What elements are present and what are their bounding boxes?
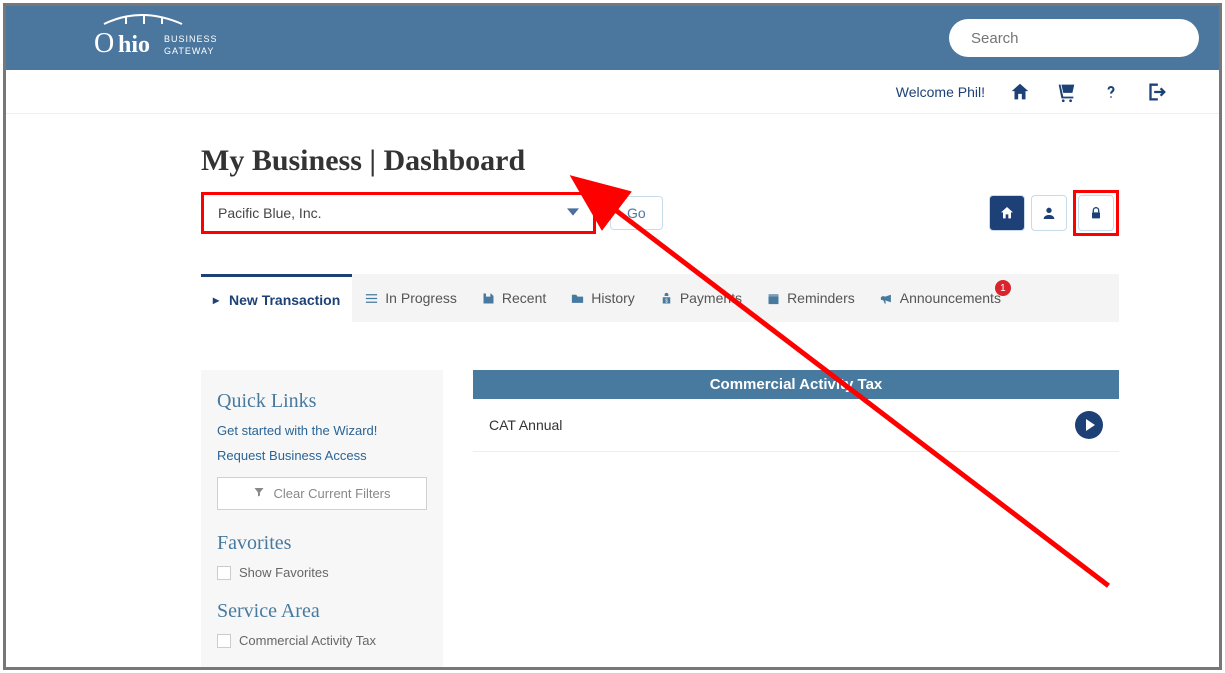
business-select[interactable]: Pacific Blue, Inc. — [201, 192, 596, 234]
business-select-value: Pacific Blue, Inc. — [218, 205, 322, 221]
tab-label: Reminders — [787, 290, 855, 306]
content-area: My Business | Dashboard Pacific Blue, In… — [6, 114, 1219, 668]
cart-icon[interactable] — [1055, 81, 1077, 103]
ohio-logo: O hio BUSINESS GATEWAY — [86, 14, 236, 62]
svg-text:hio: hio — [118, 32, 150, 58]
request-access-link[interactable]: Request Business Access — [217, 448, 427, 463]
welcome-text: Welcome Phil! — [896, 84, 985, 100]
checkbox-icon — [217, 566, 231, 580]
page-title: My Business | Dashboard — [201, 144, 1119, 178]
top-bar: O hio BUSINESS GATEWAY — [6, 6, 1219, 70]
megaphone-icon — [879, 291, 894, 306]
view-toggle-group — [989, 190, 1119, 236]
calendar-icon — [766, 291, 781, 306]
section-header: Commercial Activity Tax — [473, 370, 1119, 399]
checkbox-icon — [217, 634, 231, 648]
filter-icon — [253, 486, 265, 501]
announcements-badge: 1 — [995, 280, 1011, 296]
show-favorites-label: Show Favorites — [239, 565, 329, 580]
tab-label: In Progress — [385, 290, 457, 306]
tab-label: Recent — [502, 290, 546, 306]
clear-filters-label: Clear Current Filters — [273, 486, 390, 501]
tab-recent[interactable]: Recent — [469, 274, 558, 322]
list-icon — [364, 291, 379, 306]
search-box[interactable] — [949, 19, 1199, 57]
main-panel: Commercial Activity Tax CAT Annual — [473, 370, 1119, 668]
tab-label: Announcements — [900, 290, 1001, 306]
tab-in-progress[interactable]: In Progress — [352, 274, 469, 322]
service-area-label: Commercial Activity Tax — [239, 633, 376, 648]
help-icon[interactable] — [1101, 82, 1121, 102]
sidebar: Quick Links Get started with the Wizard!… — [201, 370, 443, 668]
play-icon — [1075, 411, 1103, 439]
tab-new-transaction[interactable]: New Transaction — [201, 274, 352, 322]
tab-label: Payments — [680, 290, 742, 306]
dashboard-home-button[interactable] — [989, 195, 1025, 231]
transaction-label: CAT Annual — [489, 417, 562, 433]
tab-label: New Transaction — [229, 292, 340, 308]
tab-bar: New Transaction In Progress Recent Histo… — [201, 274, 1119, 322]
clear-filters-button[interactable]: Clear Current Filters — [217, 477, 427, 510]
service-area-checkbox[interactable]: Commercial Activity Tax — [217, 633, 427, 648]
recent-icon — [481, 291, 496, 306]
folder-icon — [570, 291, 585, 306]
service-area-title: Service Area — [217, 600, 427, 623]
wizard-link[interactable]: Get started with the Wizard! — [217, 423, 427, 438]
go-button[interactable]: Go — [610, 196, 663, 230]
home-icon[interactable] — [1009, 81, 1031, 103]
logout-icon[interactable] — [1145, 81, 1167, 103]
user-bar: Welcome Phil! — [6, 70, 1219, 114]
svg-text:GATEWAY: GATEWAY — [164, 46, 214, 56]
lock-button[interactable] — [1078, 195, 1114, 231]
payments-icon: $ — [659, 291, 674, 306]
tab-reminders[interactable]: Reminders — [754, 274, 867, 322]
tab-label: History — [591, 290, 635, 306]
svg-text:BUSINESS: BUSINESS — [164, 34, 218, 44]
tab-payments[interactable]: $ Payments — [647, 274, 754, 322]
search-input[interactable] — [969, 29, 1179, 48]
svg-text:$: $ — [665, 298, 668, 304]
user-profile-button[interactable] — [1031, 195, 1067, 231]
chevron-down-icon — [567, 205, 579, 221]
transaction-row-cat-annual[interactable]: CAT Annual — [473, 399, 1119, 452]
tab-announcements[interactable]: Announcements 1 — [867, 274, 1013, 322]
controls-row: Pacific Blue, Inc. Go — [201, 190, 1119, 236]
favorites-title: Favorites — [217, 532, 427, 555]
svg-text:O: O — [94, 28, 114, 59]
quick-links-title: Quick Links — [217, 390, 427, 413]
show-favorites-checkbox[interactable]: Show Favorites — [217, 565, 427, 580]
lock-button-highlight — [1073, 190, 1119, 236]
tab-history[interactable]: History — [558, 274, 647, 322]
